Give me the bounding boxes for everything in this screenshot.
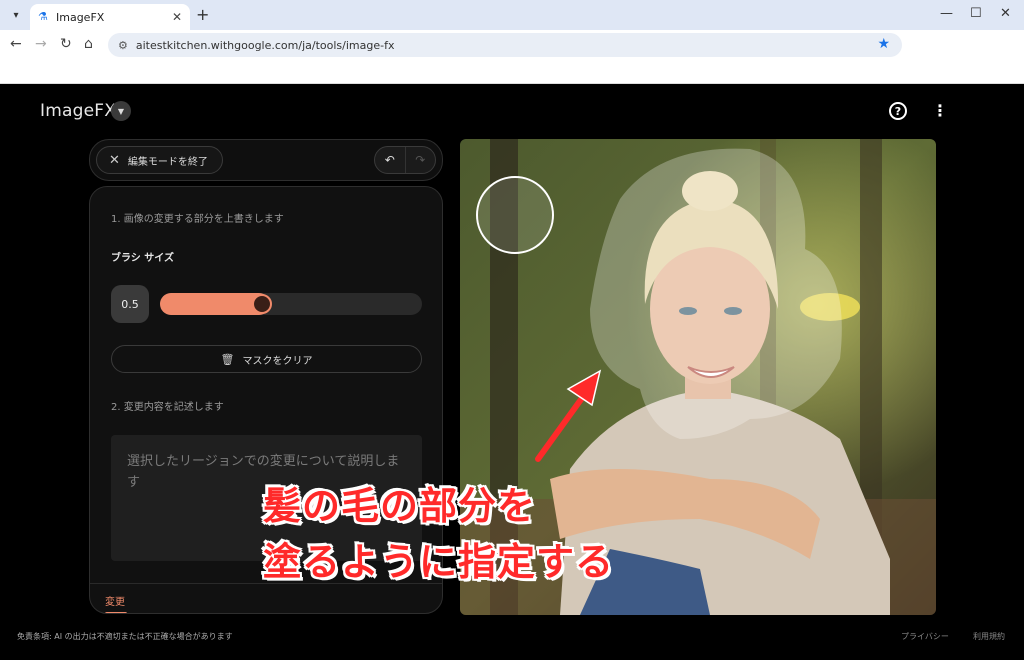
- more-vert-icon[interactable]: ⋮: [932, 101, 948, 121]
- home-icon[interactable]: ⌂: [84, 36, 93, 52]
- url-text: aitestkitchen.withgoogle.com/ja/tools/im…: [135, 38, 395, 52]
- clear-mask-label: マスクをクリア: [242, 355, 313, 367]
- slider-thumb[interactable]: [252, 294, 272, 314]
- tab-bar: ▾ ⚗ ImageFX ✕ + — ☐ ✕: [0, 0, 1024, 30]
- maximize-icon[interactable]: ☐: [970, 6, 982, 21]
- tab-change[interactable]: 変更: [105, 593, 125, 608]
- active-tab-indicator: [105, 612, 127, 613]
- exit-edit-mode-label: 編集モードを終了: [127, 156, 208, 168]
- app-logo: ImageFX: [40, 101, 117, 121]
- annotation-line2: 塗るように指定する: [263, 540, 615, 584]
- undo-icon[interactable]: ↶: [375, 147, 405, 173]
- browser-tab[interactable]: ⚗ ImageFX ✕: [30, 4, 190, 30]
- annotation-line1: 髪の毛の部分を: [263, 484, 537, 528]
- tab-search-icon[interactable]: ▾: [6, 5, 26, 25]
- app-area: ImageFX ▼ ? ⋮ ✕ 編集モードを終了 ↶ ↷ 1. 画像の変更する部…: [0, 84, 1024, 660]
- bookmark-star-icon[interactable]: ★: [877, 36, 890, 52]
- new-tab-icon[interactable]: +: [196, 5, 209, 24]
- close-tab-icon[interactable]: ✕: [172, 10, 182, 24]
- edit-toolbar: ✕ 編集モードを終了 ↶ ↷: [89, 139, 443, 181]
- minimize-icon[interactable]: —: [940, 6, 953, 21]
- panel-tabs: 変更: [90, 583, 442, 613]
- privacy-link[interactable]: プライバシー: [901, 631, 949, 642]
- flask-icon: ⚗: [38, 10, 48, 23]
- forward-icon[interactable]: →: [35, 36, 47, 52]
- exit-edit-mode-button[interactable]: ✕ 編集モードを終了: [96, 146, 223, 174]
- undo-redo-group: ↶ ↷: [374, 146, 436, 174]
- clear-mask-button[interactable]: 🗑 マスクをクリア: [111, 345, 422, 373]
- terms-link[interactable]: 利用規約: [973, 631, 1005, 642]
- back-icon[interactable]: ←: [10, 36, 22, 52]
- close-window-icon[interactable]: ✕: [1000, 6, 1011, 21]
- browser-chrome: ▾ ⚗ ImageFX ✕ + — ☐ ✕ ← → ↻ ⌂ ⚙ aitestki…: [0, 0, 1024, 84]
- tab-title: ImageFX: [56, 10, 105, 24]
- step2-heading: 2. 変更内容を記述します: [111, 402, 224, 413]
- brush-size-slider[interactable]: [160, 293, 422, 315]
- close-icon: ✕: [109, 152, 120, 168]
- site-info-icon[interactable]: ⚙: [118, 39, 128, 52]
- disclaimer-text: 免責条項: AI の出力は不適切または不正確な場合があります: [17, 632, 233, 641]
- reload-icon[interactable]: ↻: [60, 36, 72, 52]
- step1-heading: 1. 画像の変更する部分を上書きします: [111, 214, 284, 225]
- help-icon[interactable]: ?: [889, 102, 907, 120]
- nav-bar: ← → ↻ ⌂ ⚙ aitestkitchen.withgoogle.com/j…: [0, 30, 1024, 60]
- chevron-down-icon[interactable]: ▼: [111, 101, 131, 121]
- address-bar[interactable]: ⚙ aitestkitchen.withgoogle.com/ja/tools/…: [108, 33, 902, 57]
- brush-size-label: ブラシ サイズ: [111, 253, 174, 264]
- trash-icon: 🗑: [220, 352, 235, 366]
- brush-size-value: 0.5: [111, 285, 149, 323]
- redo-icon[interactable]: ↷: [404, 147, 436, 173]
